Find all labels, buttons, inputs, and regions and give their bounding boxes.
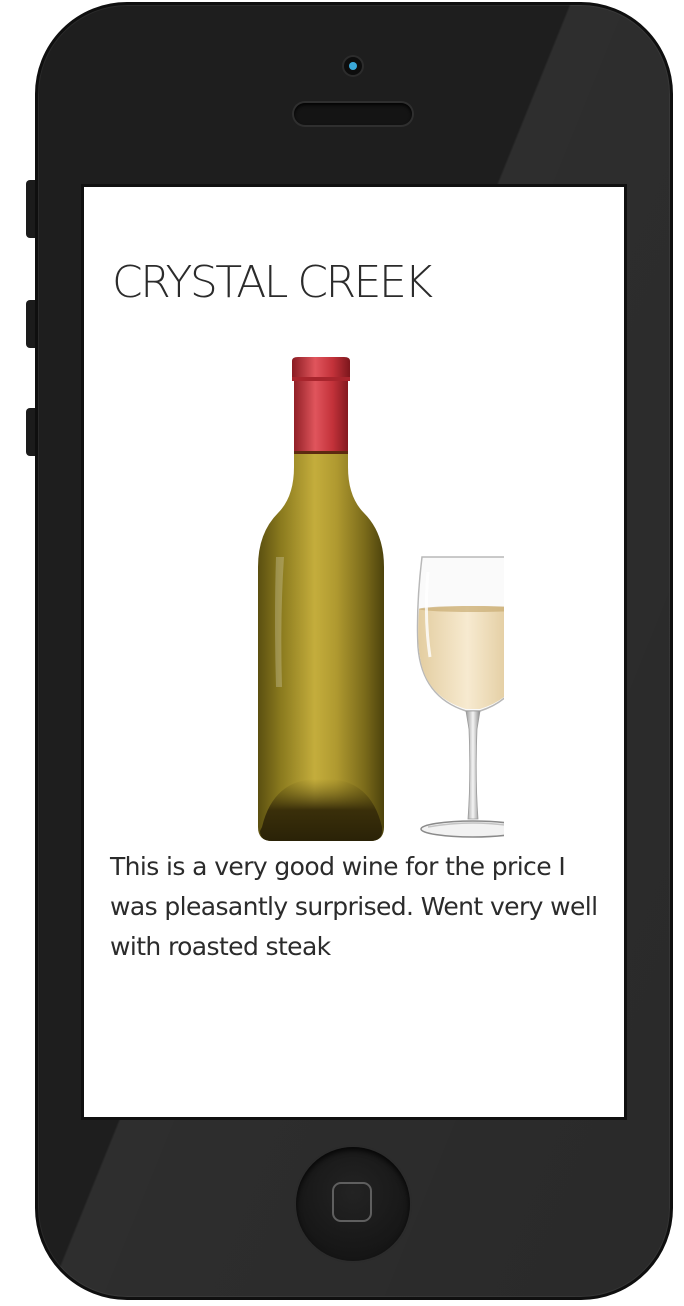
wine-title: CRYSTAL CREEK [112,257,433,308]
earpiece-speaker [294,103,412,125]
home-square-icon [332,1182,372,1222]
phone-frame: CRYSTAL CREEK This is a very good wine f… [35,2,673,1300]
wine-glass [416,556,504,838]
app-screen: CRYSTAL CREEK This is a very good wine f… [84,187,624,1117]
front-camera-icon [344,57,362,75]
page: CRYSTAL CREEK This is a very good wine f… [0,0,684,1306]
wine-bottle [258,357,384,841]
home-button[interactable] [296,1147,410,1261]
wine-review-text: This is a very good wine for the price I… [110,852,598,961]
wine-bottle-and-glass-image [258,357,504,841]
